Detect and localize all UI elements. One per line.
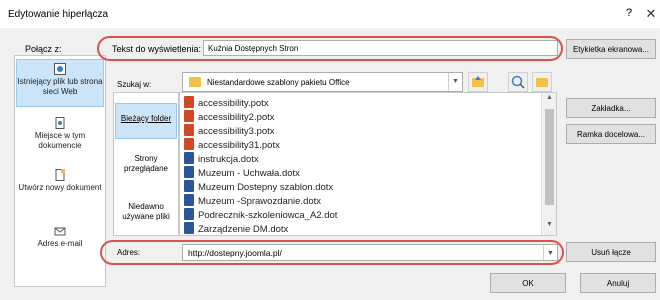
web-page-icon [54, 63, 66, 75]
open-folder-icon [536, 78, 548, 87]
powerpoint-file-icon [184, 110, 194, 122]
word-file-icon [184, 194, 194, 206]
file-name: accessibility.potx [198, 98, 269, 109]
ok-button[interactable]: OK [490, 273, 566, 293]
file-name: Muzeum Dostepny szablon.dotx [198, 182, 334, 193]
list-item[interactable]: Muzeum Dostepny szablon.dotx [184, 180, 333, 194]
link-to-email[interactable]: Adres e-mail [16, 222, 104, 256]
word-file-icon [184, 222, 194, 234]
browse-file-button[interactable] [532, 72, 552, 92]
close-button[interactable]: ✕ [644, 6, 658, 22]
cancel-button[interactable]: Anuluj [580, 273, 656, 293]
target-frame-button[interactable]: Ramka docelowa... [566, 124, 656, 144]
list-item[interactable]: accessibility2.potx [184, 110, 275, 124]
list-item[interactable]: accessibility.potx [184, 96, 269, 110]
link-to-item-label: Istniejący plik lub strona sieci Web [17, 77, 103, 96]
chevron-down-icon[interactable]: ▼ [542, 221, 557, 235]
edit-hyperlink-dialog: Edytowanie hiperłącza ? ✕ Połącz z: Istn… [0, 0, 660, 300]
link-to-label: Połącz z: [25, 44, 62, 54]
chevron-down-icon[interactable]: ▼ [448, 73, 462, 91]
chevron-down-icon[interactable]: ▼ [543, 245, 557, 260]
nav-recent-files[interactable]: Niedawno używane pliki [115, 199, 177, 229]
file-name: accessibility3.potx [198, 126, 275, 137]
list-item[interactable]: Muzeum -Sprawozdanie.dotx [184, 194, 321, 208]
file-list: accessibility.potx accessibility2.potx a… [179, 92, 557, 236]
folder-up-icon [472, 76, 484, 87]
up-folder-button[interactable] [468, 72, 488, 92]
address-label: Adres: [117, 248, 141, 257]
powerpoint-file-icon [184, 124, 194, 136]
address-input[interactable]: http://dostepny.joomla.pl/ ▼ [182, 244, 558, 261]
email-icon [54, 227, 66, 236]
file-name: accessibility2.potx [198, 112, 275, 123]
look-in-combo[interactable]: Niestandardowe szablony pakietu Office ▼ [182, 72, 463, 92]
scrollbar-thumb[interactable] [545, 109, 554, 205]
screen-tip-button[interactable]: Etykietka ekranowa... [566, 39, 656, 59]
new-document-icon [55, 169, 65, 181]
title-bar: Edytowanie hiperłącza ? ✕ [0, 0, 660, 28]
nav-item-label: Bieżący folder [120, 114, 172, 123]
bookmark-button[interactable]: Zakładka... [566, 98, 656, 118]
file-name: Muzeum - Uchwała.dotx [198, 168, 300, 179]
list-item[interactable]: Muzeum - Uchwała.dotx [184, 166, 300, 180]
dialog-title: Edytowanie hiperłącza [8, 9, 109, 20]
list-item[interactable]: Zarządzenie DM.dotx [184, 222, 289, 235]
link-to-new-document[interactable]: Utwórz nowy dokument [16, 166, 104, 210]
file-name: accessibility31.potx [198, 140, 280, 151]
link-to-bar: Istniejący plik lub strona sieci Web Mie… [14, 55, 106, 287]
nav-item-label: Niedawno używane pliki [122, 202, 170, 221]
caption-label: Tekst do wyświetlenia: [112, 44, 202, 54]
list-item[interactable]: instrukcja.dotx [184, 152, 259, 166]
nav-current-folder[interactable]: Bieżący folder [115, 103, 177, 139]
file-name: Zarządzenie DM.dotx [198, 224, 289, 235]
list-item[interactable]: accessibility31.potx [184, 138, 280, 152]
remove-link-button[interactable]: Usuń łącze [566, 242, 656, 262]
browse-web-button[interactable] [508, 72, 528, 92]
word-file-icon [184, 208, 194, 220]
help-button[interactable]: ? [622, 7, 636, 19]
caption-input[interactable]: Kuźnia Dostępnych Stron [203, 40, 558, 56]
link-to-item-label: Utwórz nowy dokument [18, 183, 102, 192]
file-name: instrukcja.dotx [198, 154, 259, 165]
browse-web-icon [511, 75, 525, 89]
look-in-folder: Niestandardowe szablony pakietu Office [207, 78, 350, 87]
link-to-existing-file[interactable]: Istniejący plik lub strona sieci Web [16, 59, 104, 107]
link-to-place-in-document[interactable]: Miejsce w tym dokumencie [16, 114, 104, 158]
file-name: Podrecznik-szkoleniowca_A2.dot [198, 210, 338, 221]
folder-icon [189, 77, 201, 87]
list-item[interactable]: Podrecznik-szkoleniowca_A2.dot [184, 208, 337, 222]
file-name: Muzeum -Sprawozdanie.dotx [198, 196, 322, 207]
powerpoint-file-icon [184, 138, 194, 150]
file-list-scrollbar[interactable]: ▲ ▼ [541, 93, 556, 235]
link-to-item-label: Miejsce w tym dokumencie [34, 131, 86, 150]
list-item[interactable]: accessibility3.potx [184, 124, 275, 138]
link-to-item-label: Adres e-mail [37, 239, 83, 248]
document-place-icon [55, 117, 65, 129]
chevron-up-icon[interactable]: ▲ [542, 94, 557, 108]
nav-browsed-pages[interactable]: Strony przeglądane [115, 151, 177, 181]
browse-nav: Bieżący folder Strony przeglądane Niedaw… [113, 92, 179, 236]
word-file-icon [184, 180, 194, 192]
word-file-icon [184, 166, 194, 178]
powerpoint-file-icon [184, 96, 194, 108]
nav-item-label: Strony przeglądane [123, 154, 169, 173]
look-in-label: Szukaj w: [117, 80, 152, 89]
word-file-icon [184, 152, 194, 164]
address-value: http://dostepny.joomla.pl/ [188, 248, 282, 258]
